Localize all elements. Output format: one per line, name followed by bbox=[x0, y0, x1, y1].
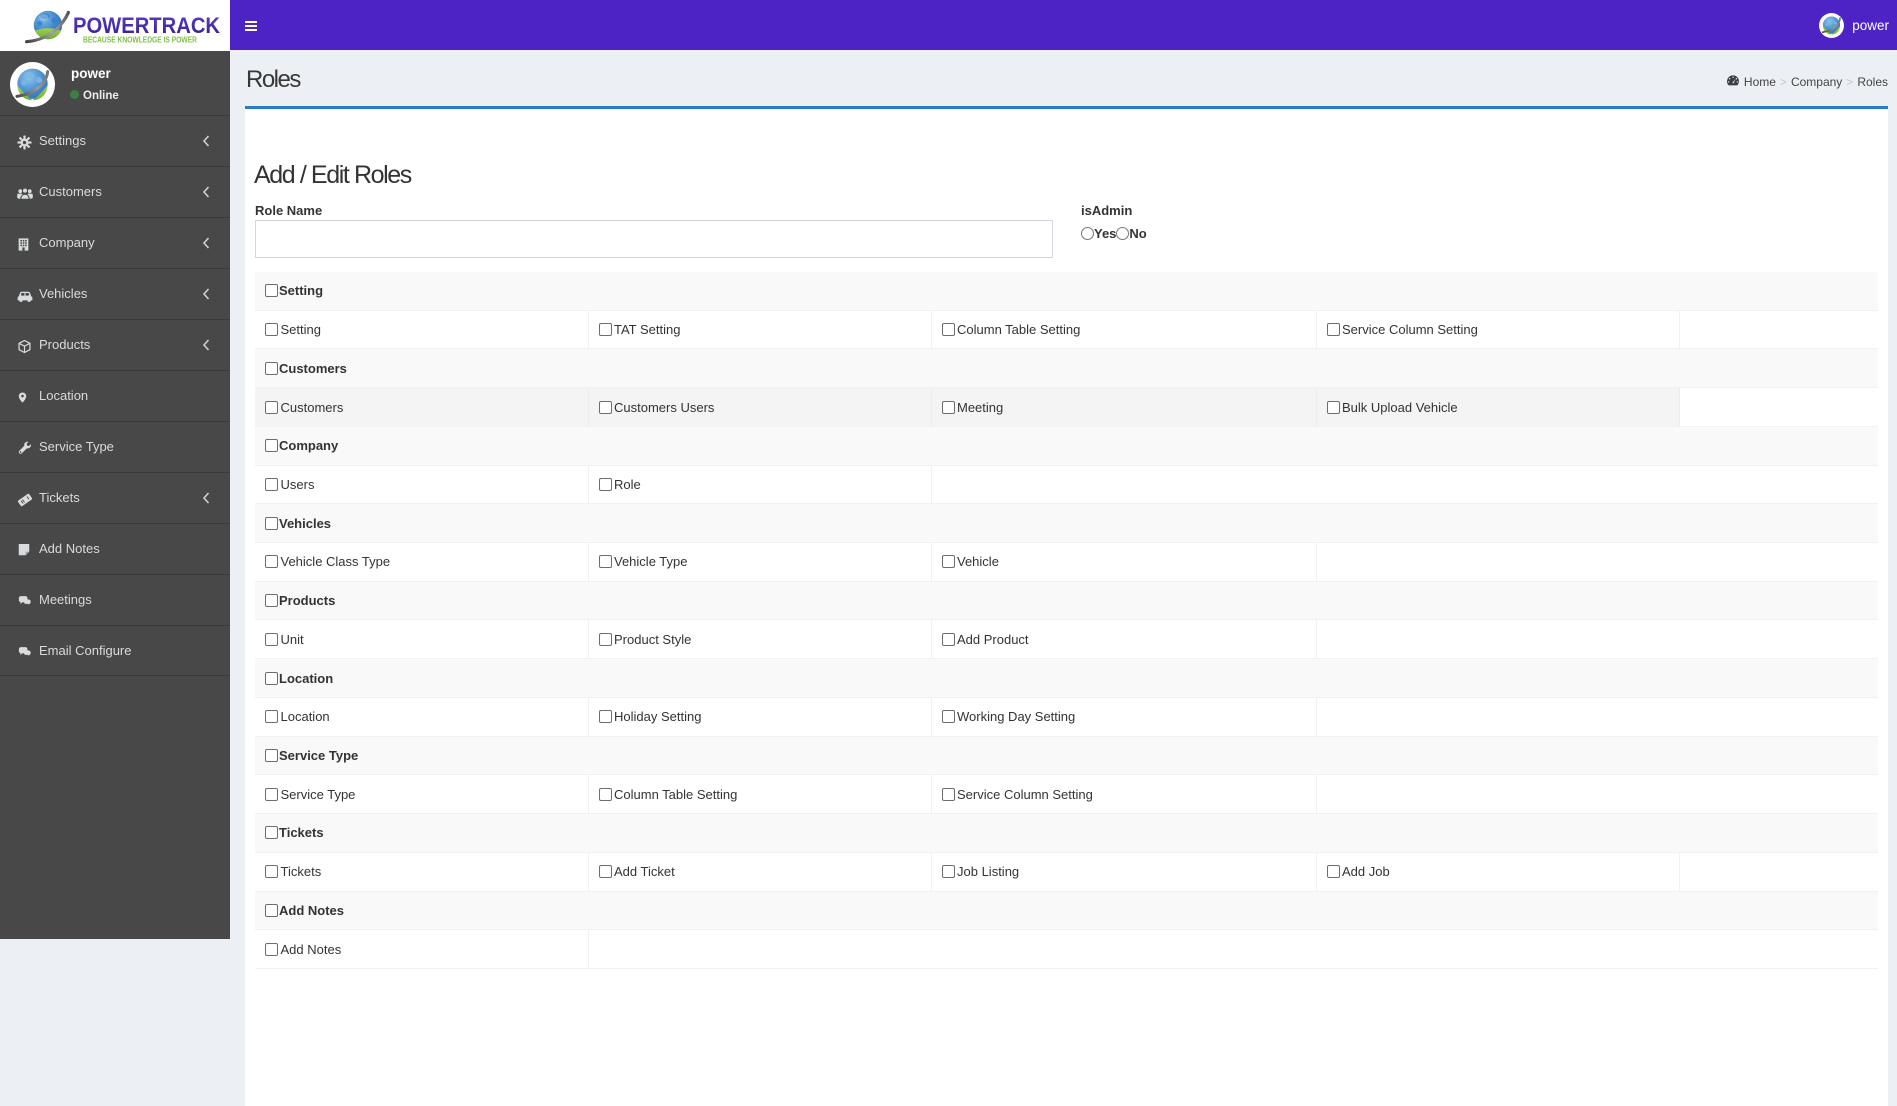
svg-text:BECAUSE KNOWLEDGE IS POWER: BECAUSE KNOWLEDGE IS POWER bbox=[83, 35, 198, 45]
